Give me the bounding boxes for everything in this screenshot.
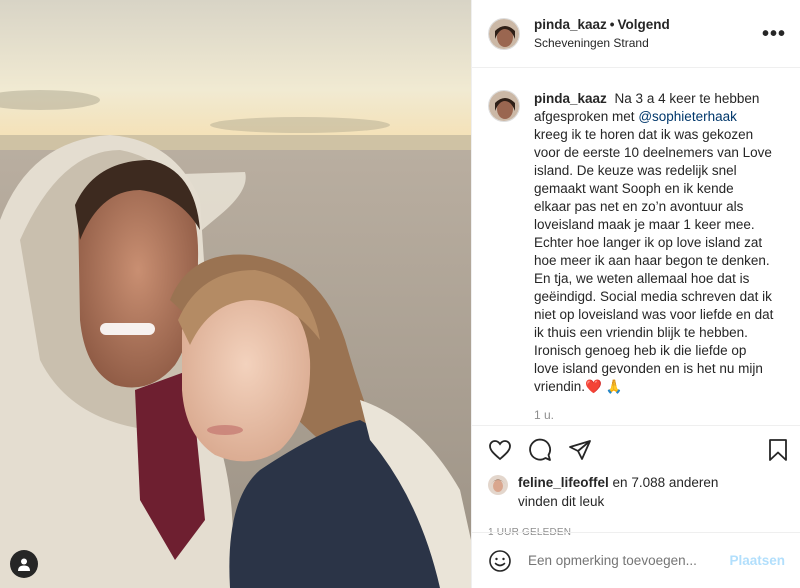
user-icon bbox=[18, 558, 30, 571]
more-options-icon[interactable]: ••• bbox=[762, 24, 786, 44]
liker-avatar[interactable] bbox=[488, 475, 508, 495]
comment-input[interactable] bbox=[528, 553, 730, 568]
caption-time-ago: 1 u. bbox=[534, 408, 555, 422]
likes-count[interactable]: en 7.088 anderen bbox=[613, 475, 719, 490]
likes-suffix: vinden dit leuk bbox=[518, 494, 605, 509]
likes-section: feline_lifeoffel en 7.088 anderen vinden… bbox=[472, 473, 800, 527]
liker-username[interactable]: feline_lifeoffel bbox=[518, 475, 609, 490]
action-bar bbox=[472, 425, 800, 473]
separator-dot: • bbox=[609, 17, 615, 32]
mention-link[interactable]: @sophieterhaak bbox=[638, 109, 737, 124]
caption-author-avatar[interactable] bbox=[488, 90, 520, 122]
avatar-image bbox=[489, 91, 519, 121]
heart-emoji: ❤️ bbox=[585, 379, 602, 394]
author-username[interactable]: pinda_kaaz bbox=[534, 17, 607, 32]
author-avatar[interactable] bbox=[488, 17, 520, 50]
share-icon[interactable] bbox=[568, 438, 592, 462]
comment-box: Plaatsen bbox=[472, 532, 800, 588]
heart-icon[interactable] bbox=[488, 438, 512, 462]
post-comment-button[interactable]: Plaatsen bbox=[729, 553, 785, 568]
caption-text-part2: kreeg ik te horen dat ik was gekozen voo… bbox=[534, 127, 774, 394]
bookmark-icon[interactable] bbox=[766, 438, 790, 462]
follow-status-button[interactable]: Volgend bbox=[618, 17, 670, 32]
caption-section: pinda_kaaz Na 3 a 4 keer te hebben afges… bbox=[472, 68, 800, 425]
avatar-image bbox=[489, 18, 519, 49]
praying-hands-emoji: 🙏 bbox=[605, 379, 623, 394]
post-location[interactable]: Scheveningen Strand bbox=[534, 36, 762, 50]
avatar-image bbox=[488, 475, 508, 495]
post-header: pinda_kaaz • Volgend Scheveningen Strand •… bbox=[472, 0, 800, 68]
post-details-panel: pinda_kaaz • Volgend Scheveningen Strand •… bbox=[471, 0, 800, 588]
emoji-icon[interactable] bbox=[488, 549, 512, 573]
beach-selfie-image bbox=[0, 0, 471, 588]
caption-text: pinda_kaaz Na 3 a 4 keer te hebben afges… bbox=[534, 90, 774, 396]
comment-icon[interactable] bbox=[528, 438, 552, 462]
caption-username[interactable]: pinda_kaaz bbox=[534, 91, 607, 106]
tagged-users-button[interactable] bbox=[10, 550, 38, 578]
post-photo[interactable] bbox=[0, 0, 471, 588]
